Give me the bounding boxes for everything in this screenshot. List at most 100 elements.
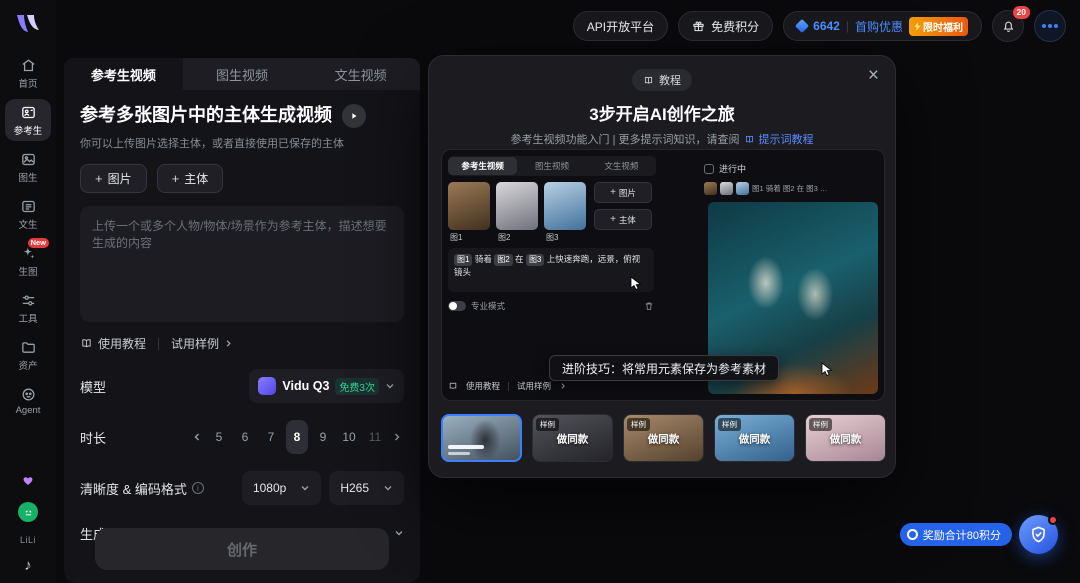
footer-divider <box>158 338 159 350</box>
quality-row: 清晰度 & 编码格式 i 1080p H265 <box>80 471 404 505</box>
duration-option[interactable]: 6 <box>234 425 256 449</box>
sample-card[interactable]: 样例 做同款 <box>532 414 613 462</box>
sample-card[interactable]: 样例 做同款 <box>805 414 886 462</box>
text-video-icon <box>20 198 37 215</box>
mouse-cursor-icon <box>821 362 835 377</box>
shield-check-icon <box>1029 525 1048 544</box>
resolution-select[interactable]: 1080p <box>242 471 321 505</box>
notifications-button[interactable]: 20 <box>992 10 1024 42</box>
demo-progress-row: 进行中 <box>704 162 746 175</box>
image-video-icon <box>20 151 37 168</box>
sample-link[interactable]: 试用样例 <box>171 335 233 352</box>
coin-icon <box>907 529 918 540</box>
sidebar-item-agent[interactable]: Agent <box>5 381 51 420</box>
notification-count-badge: 20 <box>1013 6 1030 19</box>
book-icon <box>744 134 755 145</box>
user-avatar[interactable] <box>1034 10 1066 42</box>
play-icon <box>349 111 359 121</box>
info-icon: i <box>192 482 204 494</box>
sidebar: 首页 参考生 图生 文生 New <box>0 0 56 583</box>
duration-option-selected[interactable]: 8 <box>286 420 308 454</box>
credits-pill[interactable]: 6642 | 首购优惠 限时福利 <box>783 11 982 41</box>
card-caption-bar <box>448 452 470 455</box>
duration-option[interactable]: 10 <box>338 425 360 449</box>
sidebar-item-label: 文生 <box>18 217 37 231</box>
douyin-icon[interactable]: ♪ <box>24 558 32 573</box>
sidebar-item-image-gen[interactable]: 图生 <box>5 146 51 188</box>
lili-logo[interactable]: LiLi <box>20 535 36 545</box>
generation-panel: 参考生视频 图生视频 文生视频 参考多张图片中的主体生成视频 你可以上传图片选择… <box>64 58 420 583</box>
limited-offer-badge: 限时福利 <box>909 17 968 36</box>
panel-title: 参考多张图片中的主体生成视频 <box>80 104 332 127</box>
duration-options: 5 6 7 8 9 10 11 <box>190 420 404 454</box>
add-image-button[interactable]: + 图片 <box>80 164 147 193</box>
model-select[interactable]: Vidu Q3 免费3次 <box>249 369 404 403</box>
sidebar-item-pic-gen[interactable]: New 生图 <box>5 240 51 282</box>
plus-icon: + <box>172 172 180 185</box>
add-subject-button[interactable]: + 主体 <box>157 164 224 193</box>
folder-icon <box>20 339 37 356</box>
duration-option[interactable]: 7 <box>260 425 282 449</box>
pro-mode-toggle <box>448 301 466 311</box>
avatar-graphic <box>1042 24 1046 28</box>
sample-card[interactable]: 样例 做同款 <box>623 414 704 462</box>
community-heart-icon[interactable] <box>19 471 37 489</box>
demo-task-row: 图1 骑着 图2 在 图3 … <box>704 182 827 195</box>
close-icon[interactable]: × <box>868 66 879 85</box>
chevron-right-icon <box>559 382 567 390</box>
book-icon <box>80 337 93 350</box>
reference-panel-card: 参考多张图片中的主体生成视频 你可以上传图片选择主体，或者直接使用已保存的主体 … <box>64 90 420 583</box>
sample-card[interactable]: 样例 做同款 <box>714 414 795 462</box>
vidu-q3-icon <box>258 377 276 395</box>
make-same-label: 做同款 <box>715 431 794 446</box>
duration-label: 时长 <box>80 428 106 447</box>
tutorial-link[interactable]: 使用教程 <box>80 335 146 352</box>
api-platform-label: API开放平台 <box>587 18 654 35</box>
agent-icon <box>20 386 37 403</box>
demo-pro-mode-row: 专业模式 <box>448 300 654 312</box>
prompt-input[interactable] <box>80 206 404 322</box>
vidu-logo[interactable] <box>14 12 42 36</box>
bell-icon <box>1001 19 1016 34</box>
home-icon <box>20 57 37 74</box>
duration-option[interactable]: 9 <box>312 425 334 449</box>
sidebar-item-assets[interactable]: 资产 <box>5 334 51 376</box>
reward-pill[interactable]: 奖励合计80积分 <box>900 523 1012 546</box>
modal-subtitle: 参考生视频功能入门 | 更多提示词知识，请查阅 提示词教程 <box>429 131 895 147</box>
fab-notification-dot <box>1048 515 1058 525</box>
sidebar-item-label: 图生 <box>18 170 37 184</box>
sidebar-item-text-gen[interactable]: 文生 <box>5 193 51 235</box>
sidebar-item-home[interactable]: 首页 <box>5 52 51 94</box>
panel-tabs: 参考生视频 图生视频 文生视频 <box>64 58 420 90</box>
trash-icon <box>644 301 654 311</box>
prompt-tutorial-link[interactable]: 提示词教程 <box>744 131 813 147</box>
sample-cards: 样例 做同款 样例 做同款 样例 做同款 样例 做同款 <box>441 414 886 462</box>
rewards-fab[interactable] <box>1019 515 1058 554</box>
duration-option[interactable]: 5 <box>208 425 230 449</box>
create-button[interactable]: 创作 <box>95 528 389 570</box>
play-intro-button[interactable] <box>342 104 366 128</box>
tab-reference-video[interactable]: 参考生视频 <box>64 58 183 90</box>
duration-next-button[interactable] <box>390 432 404 442</box>
plus-icon: + <box>95 172 103 185</box>
codec-select[interactable]: H265 <box>329 471 404 505</box>
sample-card-selected[interactable] <box>441 414 522 462</box>
free-credits-button[interactable]: 免费积分 <box>678 11 773 41</box>
sidebar-item-label: 资产 <box>18 358 37 372</box>
tab-image-video[interactable]: 图生视频 <box>183 58 302 90</box>
duration-prev-button[interactable] <box>190 432 204 442</box>
api-platform-button[interactable]: API开放平台 <box>573 11 668 41</box>
demo-tab-reference: 参考生视频 <box>448 157 517 175</box>
tutorial-badge: 教程 <box>632 69 692 91</box>
wechat-support-icon[interactable] <box>18 502 38 522</box>
tutorial-modal: × 教程 3步开启AI创作之旅 参考生视频功能入门 | 更多提示词知识，请查阅 … <box>428 55 896 478</box>
duration-option[interactable]: 11 <box>364 425 386 449</box>
make-same-label: 做同款 <box>624 431 703 446</box>
sidebar-item-reference[interactable]: 参考生 <box>5 99 51 141</box>
tab-text-video[interactable]: 文生视频 <box>301 58 420 90</box>
tip-bubble: 进阶技巧：将常用元素保存为参考素材 <box>549 355 779 381</box>
sidebar-item-tools[interactable]: 工具 <box>5 287 51 329</box>
make-same-label: 做同款 <box>533 431 612 446</box>
demo-add-image-button: +图片 <box>594 182 652 203</box>
first-purchase-link[interactable]: 首购优惠 <box>855 18 903 35</box>
